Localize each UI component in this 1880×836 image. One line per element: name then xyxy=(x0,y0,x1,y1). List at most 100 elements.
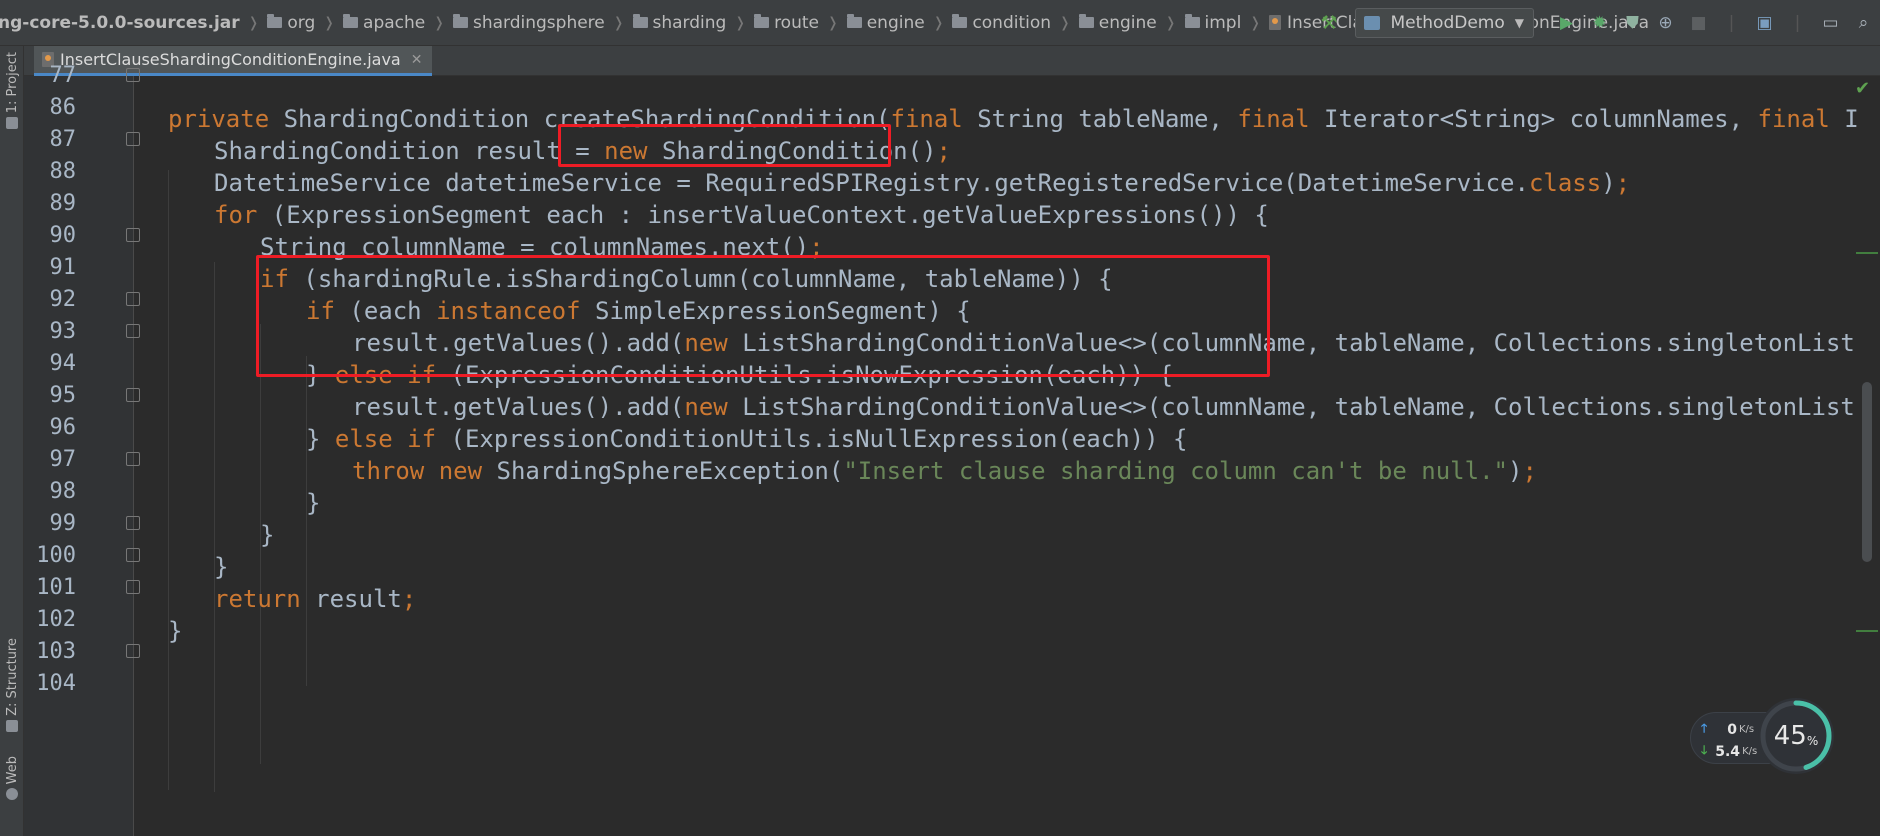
project-tool-button[interactable]: 1: Project xyxy=(2,52,22,130)
fold-marker-icon[interactable] xyxy=(126,292,140,306)
fold-marker-icon[interactable] xyxy=(126,580,140,594)
breadcrumb-label: impl xyxy=(1204,12,1242,33)
fold-marker-icon[interactable] xyxy=(126,228,140,242)
code-editor[interactable]: private Collection<String> getColumnName… xyxy=(134,76,1880,836)
breadcrumb-jar[interactable]: ng-core-5.0.0-sources.jar ❭ xyxy=(0,13,267,33)
breadcrumb-org[interactable]: org ❭ xyxy=(267,13,343,33)
run-icon[interactable]: ▶ xyxy=(1550,13,1583,33)
code-token: ShardingCondition xyxy=(214,137,460,165)
indent-guide xyxy=(214,262,215,792)
code-line[interactable]: } xyxy=(260,516,274,555)
semicolon-token: ; xyxy=(1615,169,1631,197)
code-token: singletonList xyxy=(1667,393,1855,421)
code-line[interactable]: throw new ShardingSphereException("Inser… xyxy=(352,452,1537,491)
stop-icon[interactable]: ■ xyxy=(1682,13,1715,33)
globe-icon xyxy=(6,788,18,801)
keyword-token: final xyxy=(890,105,963,133)
fold-marker-icon[interactable] xyxy=(126,324,140,338)
breadcrumb-impl[interactable]: impl ❭ xyxy=(1184,12,1270,33)
breadcrumb-route[interactable]: route ❭ xyxy=(754,13,847,33)
code-token: > xyxy=(1540,105,1570,133)
keyword-token: final xyxy=(1757,105,1830,133)
folder-icon xyxy=(343,14,359,28)
fold-marker-icon[interactable] xyxy=(126,548,140,562)
code-token: , xyxy=(1305,329,1335,357)
breadcrumb-engine[interactable]: engine ❭ xyxy=(846,13,953,33)
fold-marker-icon[interactable] xyxy=(126,388,140,402)
code-line[interactable]: return result; xyxy=(214,580,416,619)
editor-tab-bar: InsertClauseShardingConditionEngine.java… xyxy=(24,46,1880,76)
breadcrumb-apache[interactable]: apache ❭ xyxy=(343,13,453,33)
breadcrumb-sharding[interactable]: sharding ❭ xyxy=(632,13,755,33)
line-number: 104 xyxy=(36,671,76,696)
code-token: add xyxy=(626,393,670,421)
structure-tool-label: Z: Structure xyxy=(4,638,20,716)
code-token: } xyxy=(306,489,321,517)
build-hammer-icon[interactable]: ⚒ xyxy=(1320,12,1337,34)
fold-marker-icon[interactable] xyxy=(126,452,140,466)
toolbar-divider: | xyxy=(1794,13,1801,33)
left-tool-strip: 1: Project Z: Structure Web xyxy=(0,46,24,836)
vertical-scrollbar-thumb[interactable] xyxy=(1862,382,1872,562)
web-tool-label: Web xyxy=(4,756,20,785)
fold-marker-icon[interactable] xyxy=(126,644,140,658)
download-arrow-icon: 🡓 xyxy=(1701,743,1708,757)
chevron-right-icon: ❭ xyxy=(734,14,747,31)
code-token: . xyxy=(811,425,827,453)
project-structure-icon[interactable]: ▣ xyxy=(1748,13,1781,33)
close-icon[interactable]: ✕ xyxy=(411,52,423,68)
code-token: , xyxy=(1208,105,1238,133)
run-configuration-select[interactable]: MethodDemo ▼ xyxy=(1355,8,1534,38)
code-token: singletonList xyxy=(1667,329,1855,357)
fold-marker-icon[interactable] xyxy=(126,132,140,146)
breadcrumb-shardingsphere[interactable]: shardingsphere ❭ xyxy=(452,13,633,33)
inspection-ok-check-icon[interactable]: ✔ xyxy=(1855,78,1870,99)
code-token: ShardingCondition xyxy=(283,105,530,133)
code-token: ExpressionConditionUtils xyxy=(464,425,812,453)
breadcrumb-engine-2[interactable]: engine ❭ xyxy=(1078,13,1185,33)
chevron-right-icon: ❭ xyxy=(1249,14,1262,31)
coverage-shield-icon[interactable]: ⛊ xyxy=(1616,13,1649,33)
code-token: . xyxy=(979,169,995,197)
code-token: , xyxy=(1728,105,1758,133)
code-token: , xyxy=(1305,393,1335,421)
tab-insert-clause-sharding-condition-engine[interactable]: InsertClauseShardingConditionEngine.java… xyxy=(34,46,433,76)
breadcrumb-label: ng-core-5.0.0-sources.jar xyxy=(0,12,240,33)
search-icon[interactable]: ⌕ xyxy=(1847,13,1880,33)
toolbar-divider: | xyxy=(1728,13,1735,33)
keyword-token: new xyxy=(438,457,483,485)
web-tool-button[interactable]: Web xyxy=(2,756,22,801)
breadcrumb-condition[interactable]: condition ❭ xyxy=(952,13,1078,33)
code-token: (). xyxy=(583,393,627,421)
presentation-icon[interactable]: ▭ xyxy=(1814,13,1847,33)
keyword-token: new xyxy=(684,393,728,421)
code-token: tableName xyxy=(1334,393,1465,421)
debug-bug-icon[interactable]: ✹ xyxy=(1583,13,1616,33)
folder-icon xyxy=(1184,14,1200,28)
profiler-icon[interactable]: ⊕ xyxy=(1649,13,1682,33)
code-line[interactable]: } xyxy=(306,484,320,523)
structure-tool-button[interactable]: Z: Structure xyxy=(2,638,22,732)
upload-speed-unit: K/s xyxy=(1739,724,1755,735)
folder-icon xyxy=(267,14,283,28)
fold-marker-icon[interactable] xyxy=(126,516,140,530)
chevron-right-icon: ❭ xyxy=(826,14,839,31)
fold-marker-icon[interactable] xyxy=(126,68,140,82)
code-line[interactable]: } xyxy=(168,612,182,651)
keyword-token: throw xyxy=(352,457,425,485)
code-token: ListShardingConditionValue xyxy=(742,393,1118,421)
code-token: ( xyxy=(257,201,287,229)
breadcrumb-label: apache xyxy=(363,12,426,33)
download-speed-unit: K/s xyxy=(1742,746,1758,757)
chevron-right-icon: ❭ xyxy=(433,14,445,31)
upload-arrow-icon: 🡑 xyxy=(1701,721,1708,735)
memory-gauge[interactable]: 45% xyxy=(1758,698,1834,774)
project-folder-icon xyxy=(6,117,18,130)
